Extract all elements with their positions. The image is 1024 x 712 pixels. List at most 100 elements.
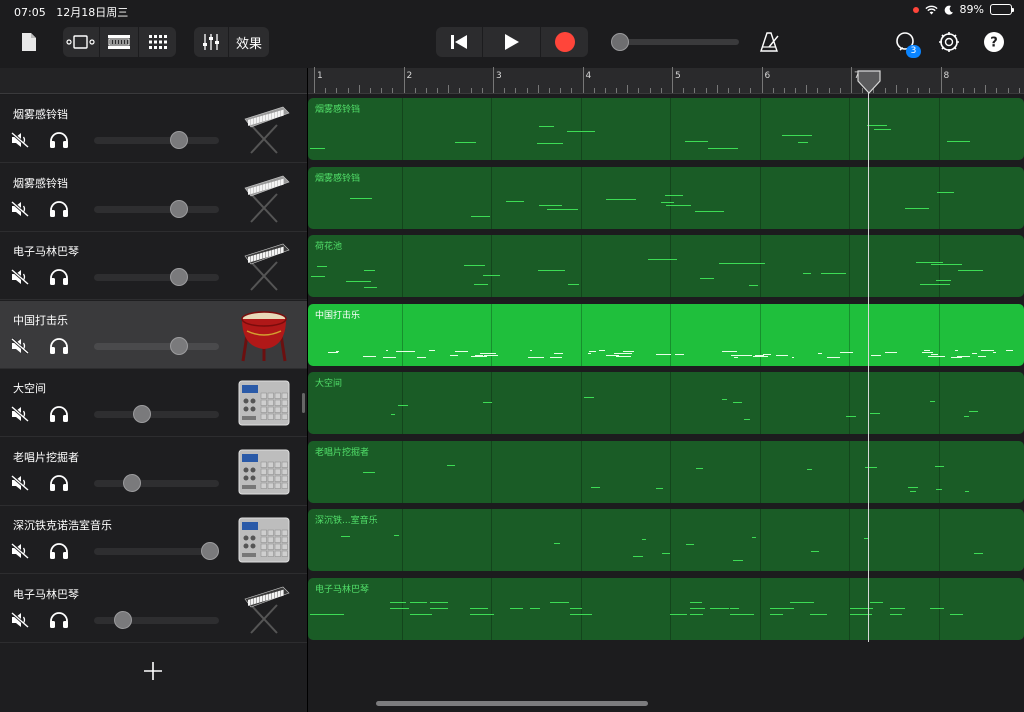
region-note — [616, 353, 633, 355]
region-note — [474, 283, 488, 285]
headphones-icon[interactable] — [49, 474, 69, 492]
volume-slider[interactable] — [94, 542, 220, 560]
playhead-handle-icon[interactable] — [857, 70, 881, 94]
region-note — [670, 613, 688, 615]
drum-machine-instrument-icon[interactable] — [237, 373, 291, 431]
volume-slider[interactable] — [94, 473, 219, 492]
track-header[interactable]: 烟雾感铃铛 — [0, 95, 307, 163]
track-name: 电子马林巴琴 — [13, 587, 79, 601]
timeline-area[interactable]: 烟雾感铃铛 烟雾感铃铛 荷花池 中国打击乐 大空间 老唱片挖掘者 深沉铁...室音乐 电子马林… — [308, 95, 1024, 712]
tracks-view-button[interactable] — [100, 27, 138, 57]
header-resize-handle[interactable] — [302, 393, 305, 413]
beat-tick — [437, 88, 439, 93]
mute-speaker-icon[interactable] — [11, 611, 29, 628]
go-to-beginning-button[interactable] — [436, 27, 482, 57]
volume-slider[interactable] — [94, 610, 219, 629]
add-track-button[interactable] — [142, 660, 164, 682]
volume-slider[interactable] — [94, 131, 219, 149]
track-header[interactable]: 深沉铁克诺浩室音乐 — [0, 506, 307, 574]
region-bar-line — [670, 440, 671, 503]
track-region[interactable]: 老唱片挖掘者 — [308, 440, 1024, 503]
track-region[interactable]: 荷花池 — [308, 235, 1024, 297]
region-note — [722, 351, 737, 353]
track-header[interactable]: 电子马林巴琴 — [0, 232, 307, 300]
region-note — [930, 353, 938, 355]
volume-knob[interactable] — [122, 473, 141, 492]
mixer-button[interactable] — [194, 27, 228, 57]
region-note — [921, 351, 934, 353]
effects-button[interactable]: 效果 — [229, 27, 269, 57]
volume-slider[interactable] — [94, 268, 219, 286]
track-region[interactable]: 大空间 — [308, 372, 1024, 434]
mute-speaker-icon[interactable] — [11, 200, 29, 217]
volume-knob[interactable] — [170, 268, 188, 286]
keyboard-dark-instrument-icon[interactable] — [237, 579, 291, 637]
region-bar-line — [938, 166, 940, 229]
keyboard-instrument-icon[interactable] — [237, 168, 291, 226]
headphones-icon[interactable] — [49, 405, 69, 423]
track-header[interactable]: 电子马林巴琴 — [0, 574, 307, 643]
mute-speaker-icon[interactable] — [11, 132, 29, 148]
track-region[interactable]: 电子马林巴琴 — [308, 577, 1024, 640]
region-label: 老唱片挖掘者 — [315, 447, 370, 458]
region-bar-line — [938, 235, 940, 297]
region-bar-line — [491, 577, 492, 640]
track-name: 烟雾感铃铛 — [13, 108, 68, 121]
my-songs-button[interactable] — [18, 27, 40, 57]
svg-text:?: ? — [990, 36, 998, 51]
track-header[interactable]: 烟雾感铃铛 — [0, 163, 307, 232]
track-header[interactable]: 中国打击乐 — [0, 300, 307, 369]
metronome-button[interactable] — [757, 27, 783, 57]
track-region[interactable]: 深沉铁...室音乐 — [308, 509, 1024, 571]
volume-knob[interactable] — [113, 610, 132, 629]
volume-knob[interactable] — [201, 542, 220, 560]
headphones-icon[interactable] — [49, 337, 69, 355]
browser-view-button[interactable] — [63, 27, 99, 57]
mute-speaker-icon[interactable] — [11, 337, 29, 354]
beat-tick — [347, 88, 349, 93]
region-bar-line — [849, 577, 850, 640]
mute-speaker-icon[interactable] — [11, 543, 29, 559]
loop-browser-button[interactable]: 3 — [891, 27, 921, 58]
headphones-icon[interactable] — [49, 131, 69, 149]
drum-machine-instrument-icon[interactable] — [237, 442, 291, 500]
headphones-icon[interactable] — [49, 542, 69, 560]
drum-instrument-icon[interactable] — [237, 305, 291, 363]
track-region[interactable]: 中国打击乐 — [308, 303, 1024, 366]
region-note — [934, 465, 945, 467]
keyboard-dark-instrument-icon[interactable] — [237, 236, 291, 294]
master-position-knob[interactable] — [611, 33, 629, 51]
track-header[interactable]: 老唱片挖掘者 — [0, 437, 307, 506]
mute-speaker-icon[interactable] — [11, 474, 29, 491]
track-name: 烟雾感铃铛 — [13, 176, 68, 190]
mute-speaker-icon[interactable] — [11, 269, 29, 285]
volume-slider[interactable] — [94, 336, 219, 355]
track-region[interactable]: 烟雾感铃铛 — [308, 166, 1024, 229]
headphones-icon[interactable] — [49, 200, 69, 218]
region-note — [690, 613, 704, 615]
region-note — [550, 601, 570, 603]
headphones-icon[interactable] — [49, 268, 69, 286]
region-note — [791, 356, 795, 358]
settings-button[interactable] — [937, 27, 961, 57]
headphones-icon[interactable] — [49, 611, 69, 629]
volume-knob[interactable] — [170, 336, 188, 355]
track-region[interactable]: 烟雾感铃铛 — [308, 98, 1024, 160]
track-header[interactable]: 大空间 — [0, 369, 307, 437]
volume-knob[interactable] — [170, 131, 188, 149]
mute-speaker-icon[interactable] — [11, 406, 29, 422]
record-button[interactable] — [541, 27, 588, 57]
master-position-slider[interactable] — [611, 33, 739, 51]
volume-knob[interactable] — [132, 405, 151, 423]
region-bar-line — [759, 166, 761, 229]
help-button[interactable]: ? — [984, 27, 1004, 57]
beat-tick — [336, 88, 338, 93]
play-button[interactable] — [483, 27, 540, 57]
drum-machine-instrument-icon[interactable] — [237, 510, 291, 568]
timeline-ruler[interactable]: 12345678 — [308, 67, 1024, 94]
volume-slider[interactable] — [94, 199, 219, 218]
live-loops-button[interactable] — [139, 27, 176, 57]
volume-slider[interactable] — [94, 405, 219, 423]
keyboard-instrument-icon[interactable] — [237, 99, 291, 157]
volume-knob[interactable] — [170, 199, 188, 218]
